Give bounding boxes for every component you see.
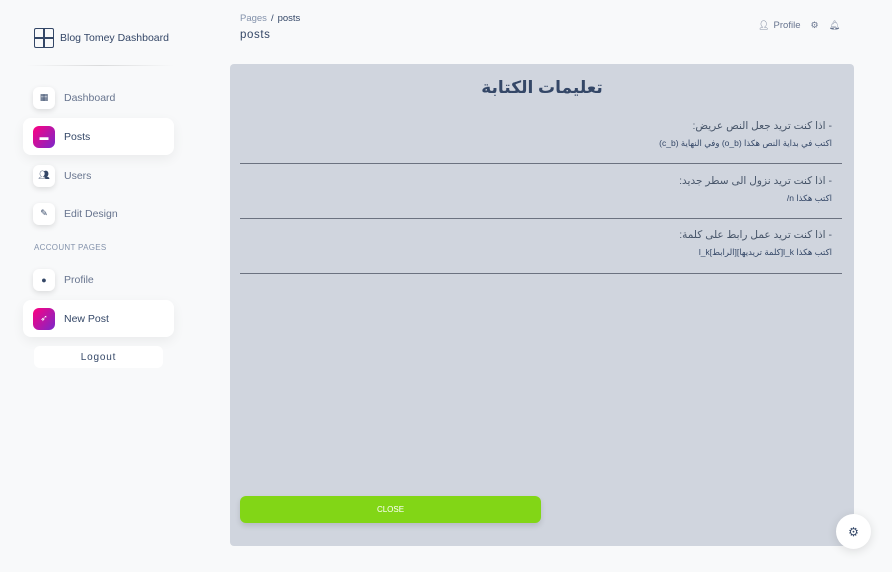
sidebar-item-label: Dashboard (64, 91, 116, 104)
settings-fab-icon[interactable]: ⚙ (836, 514, 871, 549)
breadcrumb-parent[interactable]: Pages (240, 13, 267, 24)
grid-logo-icon (34, 28, 54, 48)
rocket-icon: ➶ (33, 307, 55, 330)
rule-description: اكتب هكذا n/ (786, 193, 832, 203)
bell-icon[interactable]: 🔔︎ (829, 20, 840, 31)
user-icon: 👤︎ (758, 20, 770, 30)
rule-bold: - اذا كنت تريد جعل النص عريض: اكتب في بد… (240, 120, 842, 164)
instructions-modal: تعليمات الكتابة - اذا كنت تريد جعل النص … (230, 64, 854, 546)
sidebar-item-label: Edit Design (64, 207, 118, 220)
rule-description: اكتب في بداية النص هكذا (o_b) وفي النهاي… (659, 138, 832, 148)
sidebar-item-label: Users (64, 169, 92, 182)
rule-heading: - اذا كنت تريد عمل رابط على كلمة: (679, 229, 832, 241)
breadcrumb: Pages / posts (240, 13, 300, 24)
sidebar: Blog Tomey Dashboard ▦ Dashboard ▬ Posts… (0, 0, 196, 572)
sidebar-item-new-post[interactable]: ➶ New Post (23, 300, 174, 337)
rule-heading: - اذا كنت تريد نزول الى سطر جديد: (679, 175, 832, 187)
sidebar-item-label: New Post (64, 312, 109, 325)
breadcrumb-current: posts (277, 13, 301, 24)
sidebar-item-label: Profile (64, 273, 94, 286)
breadcrumb-separator: / (270, 13, 274, 24)
sidebar-item-edit-design[interactable]: ✎ Edit Design (23, 195, 174, 232)
section-label-account: ACCOUNT PAGES (34, 243, 107, 252)
rule-heading: - اذا كنت تريد جعل النص عريض: (692, 120, 832, 132)
rule-newline: - اذا كنت تريد نزول الى سطر جديد: اكتب ه… (240, 175, 842, 219)
brand[interactable]: Blog Tomey Dashboard (34, 28, 169, 48)
card-icon: ▬ (33, 125, 55, 148)
rule-link: - اذا كنت تريد عمل رابط على كلمة: اكتب ه… (240, 229, 842, 274)
sidebar-item-dashboard[interactable]: ▦ Dashboard (23, 79, 174, 116)
brand-name: Blog Tomey Dashboard (60, 32, 169, 44)
profile-label: Profile (773, 20, 801, 31)
user-icon: ● (33, 268, 55, 291)
sidebar-divider (26, 65, 174, 66)
header-actions: 👤︎ Profile ⚙ 🔔︎ (758, 20, 840, 31)
close-button[interactable]: CLOSE (240, 496, 541, 523)
gear-icon[interactable]: ⚙ (810, 20, 818, 31)
sidebar-item-label: Posts (64, 130, 91, 143)
edit-icon: ✎ (33, 202, 55, 225)
users-icon: 👥︎ (33, 164, 55, 187)
logout-button[interactable]: Logout (34, 346, 163, 368)
sidebar-item-users[interactable]: 👥︎ Users (23, 157, 174, 194)
profile-link[interactable]: 👤︎ Profile (758, 20, 800, 31)
sidebar-item-profile[interactable]: ● Profile (23, 261, 174, 298)
page-title: posts (240, 29, 271, 41)
modal-title: تعليمات الكتابة (481, 78, 603, 97)
sidebar-item-posts[interactable]: ▬ Posts (23, 118, 174, 155)
rule-description: اكتب هكذا l_k[كلمة تريديها][الرابط]l_k (698, 247, 832, 257)
shop-icon: ▦ (33, 86, 55, 109)
